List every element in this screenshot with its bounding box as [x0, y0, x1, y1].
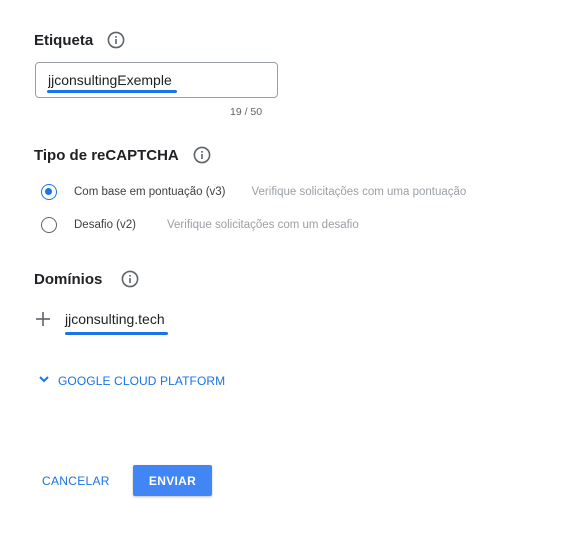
plus-icon[interactable]	[36, 312, 50, 326]
domain-entry[interactable]: jjconsulting.tech	[65, 311, 165, 327]
option-v2-description: Verifique solicitações com um desafio	[167, 219, 359, 231]
option-v2-label: Desafio (v2)	[74, 219, 136, 231]
spellcheck-underline	[65, 332, 168, 335]
domain-row: jjconsulting.tech	[36, 311, 165, 327]
domains-section-title: Domínios	[34, 270, 103, 288]
info-icon[interactable]	[193, 146, 211, 164]
gcp-expand-toggle[interactable]: GOOGLE CLOUD PLATFORM	[38, 372, 225, 390]
domains-section-header: Domínios	[34, 270, 139, 288]
chevron-down-icon	[38, 372, 50, 390]
option-v3-description: Verifique solicitações com uma pontuação	[251, 186, 467, 198]
option-v3-label: Com base em pontuação (v3)	[74, 186, 226, 198]
label-section-header: Etiqueta	[34, 31, 125, 49]
info-icon[interactable]	[121, 270, 139, 288]
recaptcha-section-header: Tipo de reCAPTCHA	[34, 146, 211, 164]
spellcheck-underline	[47, 90, 177, 93]
character-counter: 19 / 50	[230, 106, 263, 118]
info-icon[interactable]	[107, 31, 125, 49]
label-section-title: Etiqueta	[34, 31, 94, 49]
recaptcha-option-v2[interactable]: Desafio (v2) Verifique solicitações com …	[41, 217, 359, 233]
submit-button[interactable]: ENVIAR	[133, 465, 212, 496]
recaptcha-option-v3[interactable]: Com base em pontuação (v3) Verifique sol…	[41, 184, 466, 200]
recaptcha-section-title: Tipo de reCAPTCHA	[34, 146, 179, 164]
radio-v3[interactable]	[41, 184, 57, 200]
gcp-toggle-label: GOOGLE CLOUD PLATFORM	[58, 374, 226, 388]
cancel-button[interactable]: CANCELAR	[34, 466, 118, 496]
radio-v2[interactable]	[41, 217, 57, 233]
